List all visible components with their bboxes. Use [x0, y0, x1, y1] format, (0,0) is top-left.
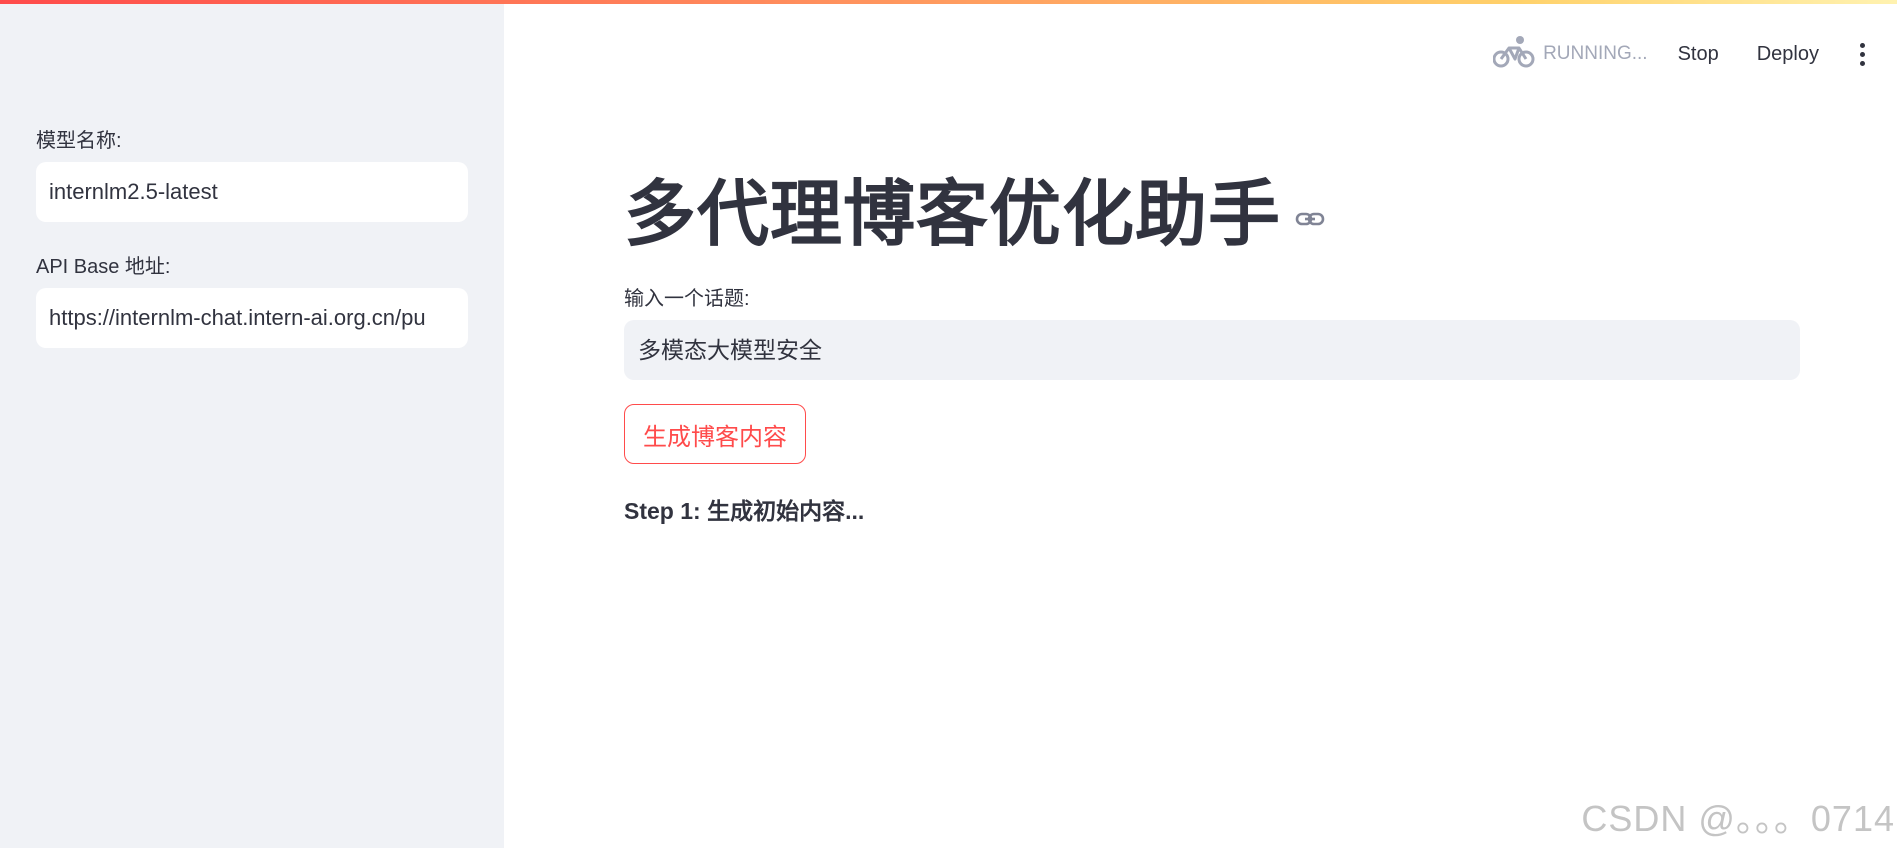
- topic-label: 输入一个话题:: [624, 288, 750, 310]
- running-status-text: RUNNING...: [1543, 43, 1648, 64]
- topic-input[interactable]: 多模态大模型安全: [624, 320, 1800, 380]
- bicycle-icon: [1492, 35, 1535, 74]
- page-title: 多代理博客优化助手: [624, 175, 1282, 255]
- vertical-dots-icon[interactable]: [1857, 42, 1867, 66]
- model-name-label: 模型名称:: [36, 130, 122, 152]
- api-base-label: API Base 地址:: [36, 256, 171, 278]
- link-icon[interactable]: [1295, 209, 1325, 234]
- stop-button[interactable]: Stop: [1678, 43, 1719, 66]
- deploy-button[interactable]: Deploy: [1757, 43, 1819, 66]
- watermark: CSDN @。。。0714: [1581, 798, 1895, 839]
- sidebar: 模型名称: internlm2.5-latest API Base 地址: ht…: [0, 0, 504, 848]
- step-status-text: Step 1: 生成初始内容...: [624, 498, 865, 524]
- api-base-input[interactable]: https://internlm-chat.intern-ai.org.cn/p…: [36, 288, 468, 348]
- model-name-input[interactable]: internlm2.5-latest: [36, 162, 468, 222]
- app-header: RUNNING... Stop Deploy: [1492, 34, 1897, 74]
- generate-blog-button[interactable]: 生成博客内容: [624, 404, 806, 464]
- top-decoration-bar: [0, 0, 1897, 4]
- title-row: 多代理博客优化助手: [624, 170, 1325, 260]
- running-status: RUNNING...: [1492, 35, 1648, 74]
